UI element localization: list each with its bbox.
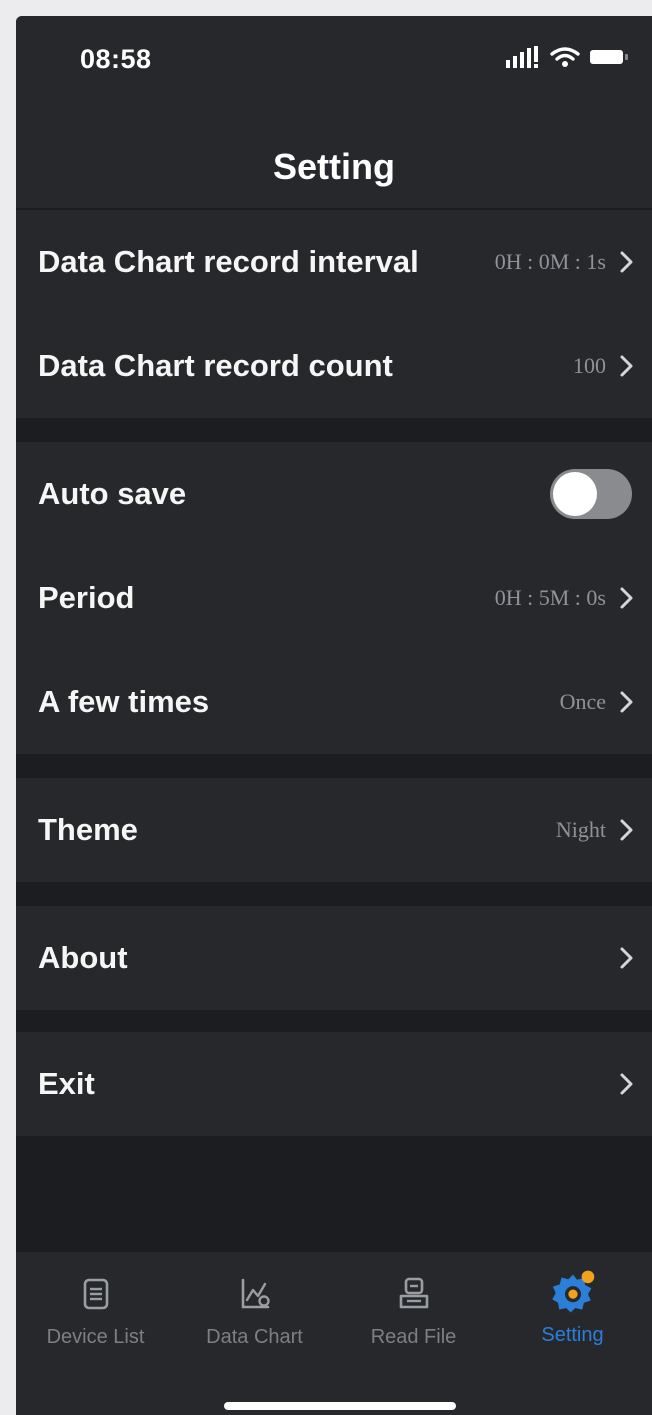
status-time: 08:58	[80, 44, 152, 74]
home-indicator	[224, 1402, 456, 1410]
page-title: Setting	[273, 146, 395, 187]
read-file-icon	[399, 1277, 428, 1309]
tab-label: Data Chart	[206, 1326, 303, 1348]
wifi-icon	[550, 47, 580, 67]
row-about[interactable]: About	[16, 906, 652, 1010]
row-label: A few times	[38, 684, 210, 719]
chevron-right-icon	[620, 947, 633, 969]
row-value: Night	[555, 817, 606, 842]
auto-save-toggle[interactable]	[550, 469, 632, 519]
row-label: Period	[38, 580, 135, 615]
row-label: Theme	[38, 812, 138, 847]
row-theme[interactable]: Theme Night	[16, 778, 652, 882]
chevron-right-icon	[620, 691, 633, 713]
settings-group-theme: Theme Night	[16, 778, 652, 882]
tab-read-file[interactable]: Read File	[334, 1252, 493, 1372]
row-value: 0H : 0M : 1s	[494, 249, 606, 274]
row-label: Exit	[38, 1066, 95, 1101]
row-exit[interactable]: Exit	[16, 1032, 652, 1136]
row-value: Once	[559, 689, 606, 714]
row-a-few-times[interactable]: A few times Once	[16, 650, 652, 754]
device-list-icon	[83, 1278, 108, 1310]
row-value: 0H : 5M : 0s	[494, 585, 606, 610]
status-bar: 08:58	[16, 16, 652, 108]
status-icons	[506, 46, 630, 68]
row-auto-save: Auto save	[16, 442, 652, 546]
settings-group-about: About	[16, 906, 652, 1010]
chevron-right-icon	[620, 587, 633, 609]
toggle-knob	[553, 472, 597, 516]
tab-label: Read File	[370, 1326, 457, 1348]
data-chart-icon	[241, 1278, 270, 1309]
row-label: Auto save	[38, 476, 187, 511]
gear-icon	[551, 1270, 594, 1313]
settings-group-auto-save: Auto save Period 0H : 5M : 0s A few time…	[16, 442, 652, 754]
row-label: Data Chart record count	[38, 348, 393, 383]
chevron-right-icon	[620, 251, 633, 273]
settings-group-exit: Exit	[16, 1032, 652, 1136]
row-value: 100	[573, 353, 606, 378]
tab-data-chart[interactable]: Data Chart	[175, 1252, 334, 1372]
chevron-right-icon	[620, 355, 633, 377]
tab-label: Device List	[46, 1326, 145, 1348]
tab-device-list[interactable]: Device List	[16, 1252, 175, 1372]
row-period[interactable]: Period 0H : 5M : 0s	[16, 546, 652, 650]
tab-bar: Device List Data Chart Read File Setting	[16, 1252, 652, 1415]
navigation-bar: Setting	[16, 108, 652, 208]
tab-label: Setting	[541, 1324, 604, 1346]
chevron-right-icon	[620, 1073, 633, 1095]
row-label: Data Chart record interval	[38, 244, 419, 279]
row-label: About	[38, 940, 128, 975]
row-record-count[interactable]: Data Chart record count 100	[16, 314, 652, 418]
tab-setting[interactable]: Setting	[493, 1252, 652, 1372]
chevron-right-icon	[620, 819, 633, 841]
settings-group-data-chart: Data Chart record interval 0H : 0M : 1s …	[16, 210, 652, 418]
phone-screen: 08:58 Setting Data Chart record interval…	[16, 16, 652, 1415]
battery-icon	[590, 50, 628, 64]
signal-icon	[506, 46, 538, 68]
row-record-interval[interactable]: Data Chart record interval 0H : 0M : 1s	[16, 210, 652, 314]
